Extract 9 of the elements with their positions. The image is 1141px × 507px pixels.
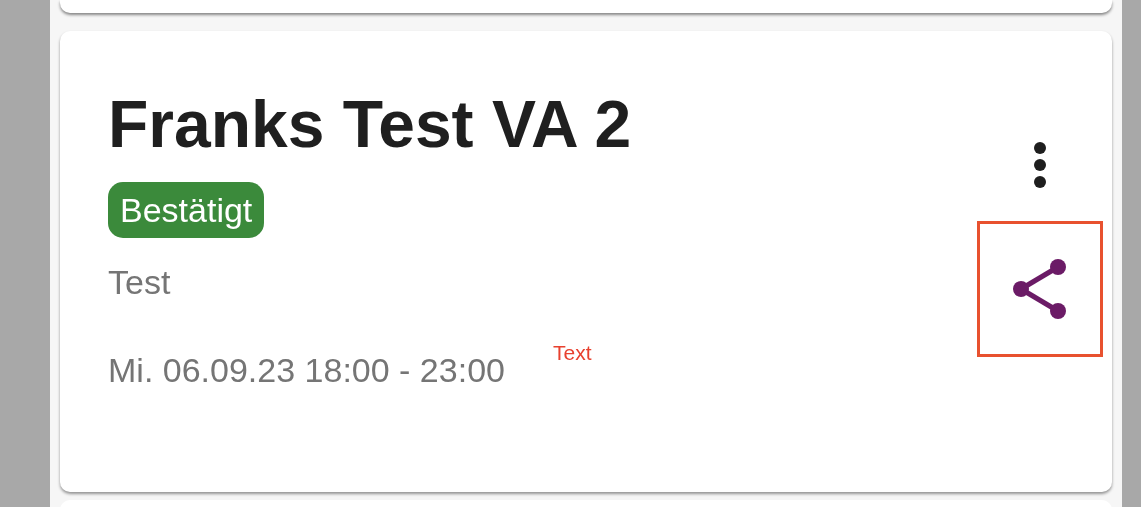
event-schedule: Mi. 06.09.23 18:00 - 23:00	[108, 349, 505, 390]
note-text: Text	[552, 340, 592, 365]
more-menu-button[interactable]	[1033, 141, 1047, 189]
kebab-menu-icon	[1033, 141, 1047, 189]
share-button[interactable]	[977, 221, 1103, 357]
status-badge: Bestätigt	[108, 181, 265, 238]
event-title: Franks Test VA 2	[108, 88, 633, 161]
event-description: Test	[108, 261, 172, 302]
share-icon	[1012, 258, 1068, 320]
